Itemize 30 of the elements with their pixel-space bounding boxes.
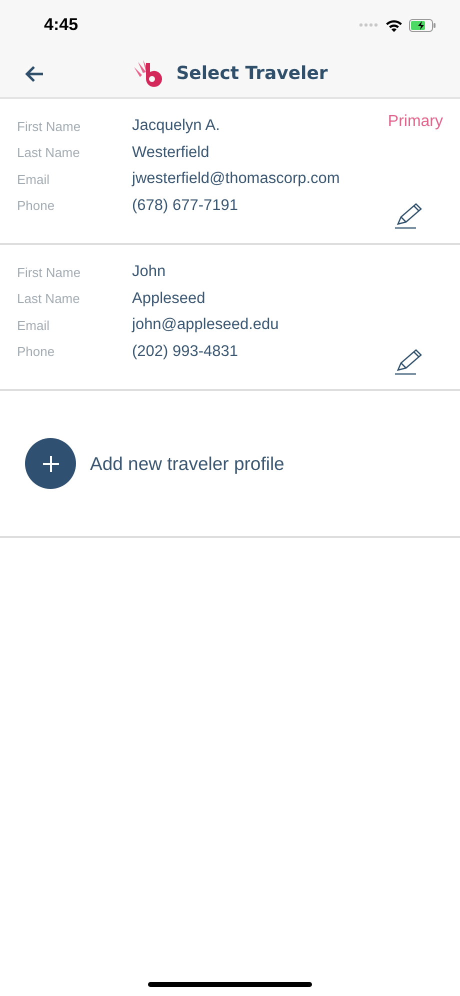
field-value: Jacquelyn A.	[132, 117, 220, 136]
traveler-card[interactable]: First Name John Last Name Appleseed Email john@appleseed.edu Phone (202) 993-4831	[0, 245, 460, 391]
primary-label: Primary	[388, 113, 443, 131]
add-profile-link[interactable]: Add new traveler profile	[90, 452, 284, 474]
logo-icon	[132, 58, 162, 88]
signal-icon	[359, 23, 379, 27]
back-arrow-icon	[24, 64, 44, 82]
field-value: jwesterfield@thomascorp.com	[132, 170, 340, 188]
field-value: (678) 677-7191	[132, 196, 238, 215]
field-label: Phone	[17, 198, 56, 214]
battery-icon	[409, 18, 436, 32]
wifi-icon	[385, 18, 403, 32]
field-label: Last Name	[17, 291, 81, 306]
plus-icon	[42, 454, 60, 472]
field-label: First Name	[17, 118, 82, 134]
field-label: Phone	[17, 344, 56, 360]
back-button[interactable]	[24, 64, 44, 82]
field-label: First Name	[17, 264, 82, 280]
traveler-card[interactable]: First Name Jacquelyn A. Last Name Westerfield Email jwesterfield@thomascorp.com Phone (678) 677-7191 Primary	[0, 99, 460, 245]
field-value: John	[132, 263, 166, 282]
add-button[interactable]	[25, 438, 76, 489]
field-value: Appleseed	[132, 290, 206, 308]
screen-title: Select Traveler	[176, 63, 328, 84]
field-value: Westerfield	[132, 144, 210, 162]
field-label: Email	[17, 172, 51, 187]
field-label: Last Name	[17, 145, 81, 160]
field-label: Email	[17, 318, 51, 333]
status-time: 4:45	[44, 15, 78, 35]
field-value: (202) 993-4831	[132, 342, 238, 361]
field-value: john@appleseed.edu	[132, 316, 279, 334]
